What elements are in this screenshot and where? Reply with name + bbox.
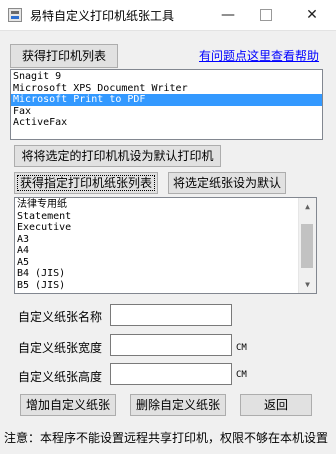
maximize-icon: [260, 9, 272, 21]
paper-name-field[interactable]: [110, 304, 232, 326]
paper-list-scrollbar[interactable]: ▲ ▼: [298, 198, 316, 293]
window-title: 易特自定义打印机纸张工具: [30, 9, 175, 23]
back-button[interactable]: 返回: [240, 394, 312, 416]
paper-list-item[interactable]: B5 (JIS): [15, 280, 299, 292]
paper-list-item[interactable]: Executive: [15, 222, 299, 234]
maximize-button[interactable]: [246, 0, 286, 30]
printer-list-item[interactable]: ActiveFax: [11, 117, 322, 129]
help-link[interactable]: 有问题点这里查看帮助: [199, 47, 319, 64]
paper-name-label: 自定义纸张名称: [18, 310, 103, 324]
status-note: 注意：本程序不能设置远程共享打印机，权限不够在本机设置: [4, 431, 329, 445]
paper-list-item[interactable]: A3: [15, 234, 299, 246]
get-papers-button[interactable]: 获得指定打印机纸张列表: [14, 172, 158, 194]
get-printers-button[interactable]: 获得打印机列表: [10, 44, 118, 68]
add-paper-button[interactable]: 增加自定义纸张: [20, 394, 116, 416]
width-unit: CM: [236, 343, 247, 353]
title-bar: 易特自定义打印机纸张工具 — ✕: [0, 0, 336, 31]
paper-list-items: 法律专用纸 Statement Executive A3 A4 A5 B4 (JIS) B5 …: [15, 199, 299, 291]
printer-list-item[interactable]: Snagit 9: [11, 71, 322, 83]
height-unit: CM: [236, 370, 247, 380]
scroll-up-icon[interactable]: ▲: [299, 198, 316, 215]
set-default-printer-button[interactable]: 将将选定的打印机机设为默认打印机: [14, 145, 221, 167]
paper-height-label: 自定义纸张高度: [18, 370, 103, 384]
printer-list-item[interactable]: Microsoft XPS Document Writer: [11, 83, 322, 95]
printer-list-item[interactable]: Fax: [11, 106, 322, 118]
paper-list-item[interactable]: Statement: [15, 211, 299, 223]
printer-list[interactable]: Snagit 9 Microsoft XPS Document Writer Mic…: [10, 69, 323, 140]
paper-list-item[interactable]: 法律专用纸: [15, 199, 299, 211]
printer-list-items: Snagit 9 Microsoft XPS Document Writer Mic…: [11, 71, 322, 129]
scroll-thumb[interactable]: [301, 224, 313, 268]
app-icon: [8, 8, 22, 22]
scroll-down-icon[interactable]: ▼: [299, 276, 316, 293]
paper-list-item[interactable]: A4: [15, 245, 299, 257]
close-button[interactable]: ✕: [292, 0, 332, 30]
paper-list-item[interactable]: A5: [15, 257, 299, 269]
paper-list-item[interactable]: B4 (JIS): [15, 268, 299, 280]
paper-width-field[interactable]: [110, 334, 232, 356]
paper-width-label: 自定义纸张宽度: [18, 341, 103, 355]
delete-paper-button[interactable]: 删除自定义纸张: [130, 394, 226, 416]
paper-list[interactable]: 法律专用纸 Statement Executive A3 A4 A5 B4 (JIS) B5 …: [14, 197, 317, 294]
minimize-button[interactable]: —: [208, 0, 248, 30]
paper-height-field[interactable]: [110, 363, 232, 385]
set-default-paper-button[interactable]: 将选定纸张设为默认: [168, 172, 286, 194]
printer-list-item[interactable]: Microsoft Print to PDF: [11, 94, 322, 106]
